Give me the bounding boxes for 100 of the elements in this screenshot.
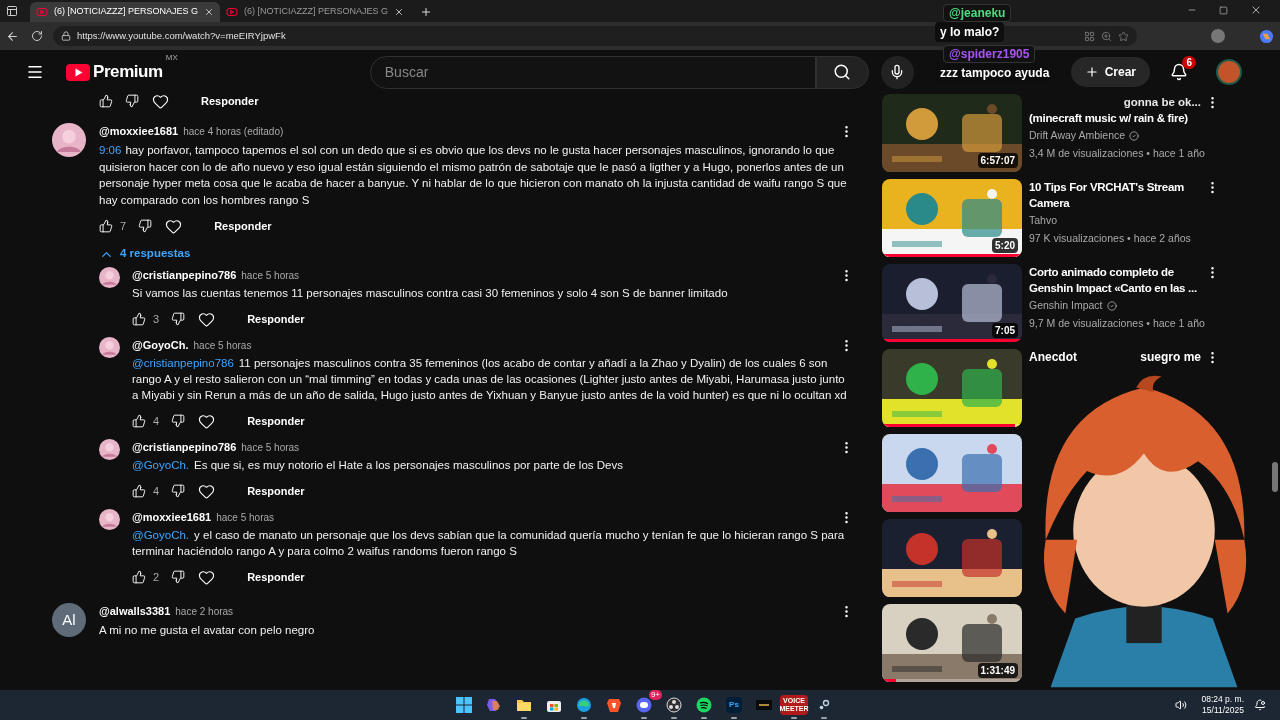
running-indicator [701,717,707,719]
user-avatar[interactable] [52,123,86,157]
comment-time: hace 5 horas [193,338,252,353]
spotify-icon[interactable] [696,697,712,713]
like-icon[interactable] [99,219,113,233]
notifications-icon[interactable] [1254,699,1266,711]
folder-icon[interactable] [516,697,532,713]
reply-button[interactable]: Responder [237,564,315,590]
notifications-icon[interactable] [1170,63,1188,81]
volume-icon[interactable] [1175,699,1188,711]
video-duration: 7:05 [992,323,1018,338]
replies-toggle[interactable]: 4 respuestas [99,243,191,265]
url-text: https://www.youtube.com/watch?v=meEIRYjpwFk [77,28,286,43]
video-title[interactable]: Anecdot [1029,349,1077,365]
video-duration: 5:20 [992,238,1018,253]
like-count: 4 [153,483,160,499]
user-avatar[interactable] [99,267,120,288]
discord-icon[interactable] [636,697,652,713]
windows-icon[interactable] [456,697,472,713]
obs-icon[interactable] [666,697,682,713]
channel-name[interactable]: Tahvo [1029,213,1058,229]
like-icon[interactable] [132,484,146,498]
heart-icon[interactable] [198,412,216,430]
heart-icon[interactable] [152,92,169,110]
dislike-icon[interactable] [125,94,139,108]
close-icon[interactable] [204,7,214,17]
dislike-icon[interactable] [171,414,186,428]
video-title[interactable]: suegro me [1140,349,1201,365]
zoom-icon[interactable] [1101,30,1112,42]
like-icon[interactable] [99,94,113,108]
comment-author[interactable]: @moxxiee1681 [99,122,179,140]
reply-button[interactable]: Responder [237,408,315,434]
mention-link[interactable]: @cristianpepino786 [132,357,234,369]
scrollbar-thumb[interactable] [1272,462,1278,492]
comment-author[interactable]: @GoyoCh. [132,336,189,354]
user-avatar[interactable] [99,439,120,460]
like-count: 4 [153,413,160,429]
reload-icon[interactable] [31,30,43,42]
reply-button[interactable]: Responder [204,213,282,239]
search-field[interactable]: Buscar [369,55,816,89]
dislike-icon[interactable] [171,312,186,326]
youtube-logo-icon[interactable] [66,63,90,81]
close-icon[interactable] [394,7,404,17]
heart-icon[interactable] [165,217,183,235]
timestamp-link[interactable]: 9:06 [99,144,122,156]
video-title[interactable]: gonna be ok... [1123,94,1201,110]
running-indicator [521,717,527,719]
close-icon[interactable] [1250,4,1262,16]
comment-time: hace 5 horas [241,268,300,283]
account-avatar[interactable] [1216,59,1242,85]
heart-icon[interactable] [198,310,216,328]
star-icon[interactable] [1118,30,1129,42]
comment-text: @GoyoCh. Es que si, es muy notorio el Hate a los personajes masculinos por parte de los Devs [132,458,624,473]
logo-text[interactable]: Premium [93,59,163,85]
dislike-icon[interactable] [171,484,186,498]
photoshop-icon[interactable]: Ps [726,697,742,713]
youtube-icon [36,6,48,18]
like-icon[interactable] [132,570,146,584]
user-avatar[interactable] [99,509,120,530]
grid-icon[interactable] [1084,30,1095,42]
channel-name[interactable]: Drift Away Ambience [1029,128,1126,144]
dislike-icon[interactable] [171,570,186,584]
heart-icon[interactable] [198,482,216,500]
user-avatar[interactable]: Al [52,603,86,637]
browser-tab[interactable]: (6) [NOTICIAZZZ] PERSONAJES G [30,2,220,22]
channel-name[interactable]: Genshin Impact [1029,298,1103,314]
tab-actions-icon[interactable] [6,5,18,17]
like-icon[interactable] [132,312,146,326]
edge-icon[interactable] [576,697,592,713]
comment-author[interactable]: @cristianpepino786 [132,266,237,284]
video-title[interactable]: (minecraft music w/ rain & fire) [1029,110,1188,126]
heart-icon[interactable] [198,568,216,586]
clock-time[interactable]: 08:24 p. m. [1201,694,1244,705]
video-title[interactable]: Corto animado completo de Genshin Impact «Canto en las ... [1029,264,1201,296]
search-button[interactable] [815,55,869,89]
mention-link[interactable]: @GoyoCh. [132,529,190,541]
like-icon[interactable] [132,414,146,428]
copilot-icon[interactable] [486,697,502,713]
search-icon [833,63,852,81]
clock-date[interactable]: 15/11/2025 [1202,705,1244,716]
new-tab-icon[interactable] [420,6,432,18]
reply-button[interactable]: Responder [191,88,269,114]
comment-author[interactable]: @alwalls3381 [99,602,171,620]
profile-icon[interactable] [1211,29,1225,43]
chat-username: @spiderz1905 [943,45,1036,63]
video-title[interactable]: 10 Tips For VRCHAT's Stream Camera [1029,179,1201,211]
dislike-icon[interactable] [138,219,153,233]
back-icon[interactable] [6,29,19,43]
reply-button[interactable]: Responder [237,478,315,504]
maximize-icon[interactable] [1219,5,1228,15]
voice-search-button[interactable] [880,55,914,89]
comment-author[interactable]: @cristianpepino786 [132,438,237,456]
copilot-icon[interactable] [1259,28,1274,44]
comment-author[interactable]: @moxxiee1681 [132,508,212,526]
create-button[interactable]: Crear [1070,57,1150,87]
menu-icon[interactable] [26,63,44,81]
app-icon[interactable] [756,697,772,713]
reply-button[interactable]: Responder [237,306,315,332]
mention-link[interactable]: @GoyoCh. [132,459,190,471]
user-avatar[interactable] [99,337,120,358]
